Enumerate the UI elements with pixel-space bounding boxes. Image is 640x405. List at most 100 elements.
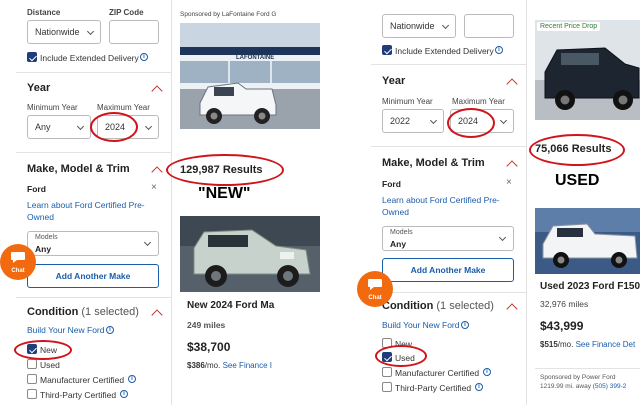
bronco-photo[interactable]: [180, 216, 320, 292]
chevron-up-icon[interactable]: [506, 78, 518, 90]
info-icon[interactable]: i: [475, 383, 483, 391]
min-year-label: Minimum Year: [382, 97, 433, 106]
build-your-new-ford-link[interactable]: Build Your New Ford: [27, 324, 105, 336]
annotation-oval-max-year: [90, 112, 138, 142]
finance-details-link[interactable]: See Finance I: [223, 361, 272, 370]
chat-icon: [368, 279, 382, 290]
extended-delivery-checkbox[interactable]: [27, 52, 37, 62]
right-screenshot: Nationwide Include Extended Delivery i Y…: [355, 0, 640, 405]
annotation-oval-results: [529, 134, 625, 166]
results-column: Recent Price Drop 75,066 Results USED Us…: [527, 0, 640, 405]
condition-third-party-certified-checkbox[interactable]: [27, 389, 37, 399]
info-icon[interactable]: i: [483, 368, 491, 376]
dealer-sign: LAFONTAINE: [236, 55, 274, 61]
chat-button[interactable]: Chat: [0, 244, 36, 280]
add-another-make-button[interactable]: Add Another Make: [27, 264, 159, 288]
monthly-payment: $386/mo. See Finance I: [187, 361, 272, 370]
dealer-truck-photo[interactable]: LAFONTAINE: [180, 23, 320, 129]
filter-sidebar: Nationwide Include Extended Delivery i Y…: [355, 0, 527, 405]
close-icon[interactable]: ×: [151, 182, 157, 193]
chat-label: Chat: [11, 268, 25, 274]
chevron-up-icon[interactable]: [506, 303, 518, 315]
models-select[interactable]: Models Any: [382, 226, 514, 251]
condition-used-checkbox[interactable]: [27, 359, 37, 369]
chevron-down-icon: [143, 238, 152, 247]
models-value: Any: [390, 239, 407, 249]
listing-miles: 249 miles: [187, 320, 226, 330]
left-screenshot: Distance ZIP Code Nationwide Include Ext…: [0, 0, 320, 405]
chevron-down-icon: [144, 122, 153, 131]
make-model-section-title[interactable]: Make, Model & Trim: [382, 157, 485, 169]
min-year-value: Any: [35, 122, 51, 132]
year-section-title[interactable]: Year: [27, 82, 50, 94]
info-icon[interactable]: i: [140, 53, 148, 61]
distance-value: Nationwide: [35, 27, 80, 37]
info-icon[interactable]: i: [120, 390, 128, 398]
zip-input[interactable]: [109, 20, 159, 44]
add-another-make-button[interactable]: Add Another Make: [382, 258, 514, 282]
dealer-sponsor: Sponsored by Power Ford: [540, 374, 616, 381]
listing-title[interactable]: Used 2023 Ford F150: [540, 281, 640, 292]
certified-pre-owned-link[interactable]: Learn about Ford Certified Pre-Owned: [27, 199, 157, 223]
f150-photo[interactable]: [535, 208, 640, 274]
chat-label: Chat: [368, 295, 382, 301]
annotation-oval-used: [375, 345, 427, 367]
divider: [371, 292, 526, 293]
min-year-select[interactable]: 2022: [382, 109, 444, 133]
condition-count: (1 selected): [81, 306, 139, 318]
info-icon[interactable]: i: [106, 326, 114, 334]
monthly-suffix: /mo.: [204, 361, 221, 370]
chevron-up-icon[interactable]: [151, 309, 163, 321]
annotation-oval-max-year: [447, 108, 495, 138]
divider: [371, 146, 526, 147]
chevron-down-icon: [441, 21, 450, 30]
year-section-title[interactable]: Year: [382, 75, 405, 87]
build-your-new-ford-link[interactable]: Build Your New Ford: [382, 319, 460, 331]
info-icon[interactable]: i: [495, 46, 503, 54]
chevron-up-icon[interactable]: [151, 166, 163, 178]
min-year-select[interactable]: Any: [27, 115, 91, 139]
chat-button[interactable]: Chat: [357, 271, 393, 307]
explorer-photo[interactable]: [535, 20, 640, 120]
make-model-section-title[interactable]: Make, Model & Trim: [27, 163, 130, 175]
distance-select[interactable]: Nationwide: [27, 20, 101, 44]
listing-price: $38,700: [187, 340, 231, 354]
chevron-up-icon[interactable]: [506, 160, 518, 172]
divider: [16, 72, 171, 73]
dealer-phone-link[interactable]: (505) 399-2: [593, 383, 627, 390]
zip-label: ZIP Code: [109, 8, 144, 17]
chevron-up-icon[interactable]: [151, 85, 163, 97]
distance-select[interactable]: Nationwide: [382, 14, 456, 38]
models-value: Any: [35, 244, 52, 254]
dealer-distance: 1219.99 mi. away: [540, 383, 591, 390]
monthly-payment: $515/mo. See Finance Det: [540, 340, 635, 349]
condition-manufacturer-certified-checkbox[interactable]: [27, 374, 37, 384]
condition-third-party-certified-checkbox[interactable]: [382, 382, 392, 392]
models-label: Models: [35, 234, 58, 241]
models-select[interactable]: Models Any: [27, 231, 159, 256]
divider: [16, 297, 171, 298]
info-icon[interactable]: i: [128, 375, 136, 383]
finance-details-link[interactable]: See Finance Det: [576, 340, 636, 349]
close-icon[interactable]: ×: [506, 177, 512, 188]
condition-manufacturer-certified-checkbox[interactable]: [382, 367, 392, 377]
suv-image: [180, 216, 320, 292]
info-icon[interactable]: i: [461, 321, 469, 329]
make-name: Ford: [382, 179, 401, 189]
chevron-down-icon: [498, 233, 507, 242]
dealer-info: 1219.99 mi. away (505) 399-2: [540, 383, 626, 390]
min-year-value: 2022: [390, 116, 411, 126]
condition-section-title[interactable]: Condition (1 selected): [382, 300, 494, 312]
monthly-amount: $386: [187, 361, 205, 370]
recent-price-drop-badge: Recent Price Drop: [537, 22, 601, 31]
divider: [16, 152, 171, 153]
listing-title[interactable]: New 2024 Ford Ma: [187, 300, 274, 311]
annotation-used: USED: [555, 172, 600, 189]
sponsor-text: Sponsored by LaFontaine Ford G: [180, 11, 277, 18]
certified-pre-owned-link[interactable]: Learn about Ford Certified Pre-Owned: [382, 194, 512, 218]
extended-delivery-checkbox[interactable]: [382, 45, 392, 55]
zip-input[interactable]: [464, 14, 514, 38]
monthly-amount: $515: [540, 340, 558, 349]
condition-option-label: Manufacturer Certified: [395, 368, 480, 378]
condition-section-title[interactable]: Condition (1 selected): [27, 306, 139, 318]
